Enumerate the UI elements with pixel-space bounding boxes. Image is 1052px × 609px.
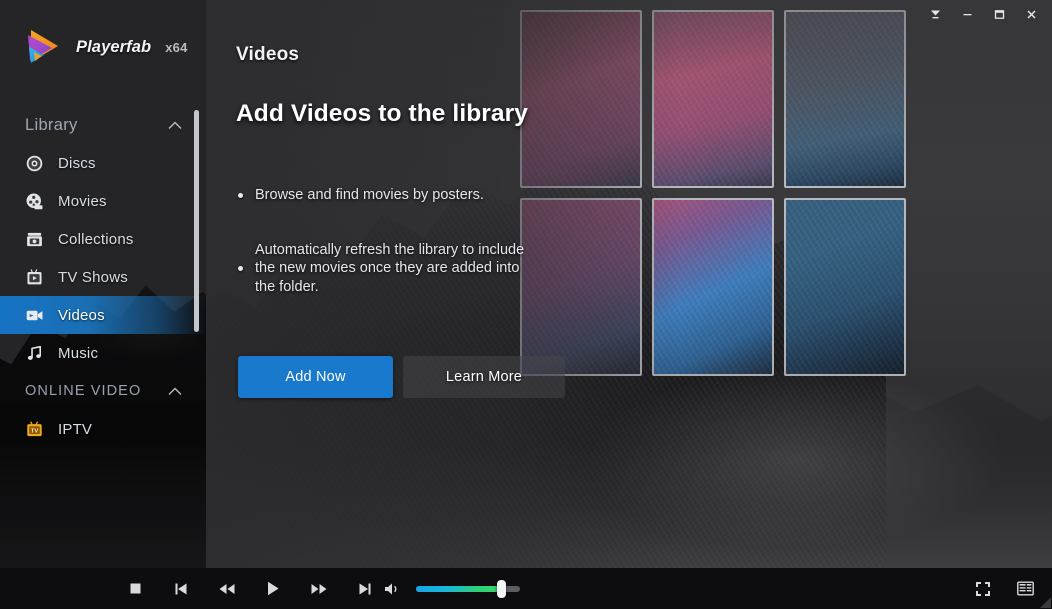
playerfab-play-logo-icon bbox=[22, 26, 66, 68]
playlist-button[interactable] bbox=[1012, 568, 1038, 609]
play-button[interactable] bbox=[250, 568, 296, 609]
app-logo: Playerfab x64 bbox=[22, 26, 188, 68]
collections-icon bbox=[25, 230, 44, 249]
player-control-bar bbox=[0, 568, 1052, 609]
resize-grip[interactable] bbox=[1040, 597, 1051, 608]
feature-bullet-2: Automatically refresh the library to inc… bbox=[255, 241, 535, 297]
hero-heading: Add Videos to the library bbox=[236, 100, 528, 128]
sidebar-item-collections-label: Collections bbox=[58, 231, 134, 248]
chevron-up-icon bbox=[168, 387, 182, 396]
minimize-icon[interactable] bbox=[952, 3, 982, 25]
svg-text:TV: TV bbox=[31, 428, 39, 434]
sidebar-item-iptv-label: IPTV bbox=[58, 421, 92, 438]
fast-forward-button[interactable] bbox=[296, 568, 342, 609]
film-reel-icon bbox=[25, 192, 44, 211]
feature-bullet-1: Browse and find movies by posters. bbox=[255, 186, 484, 205]
sidebar-item-discs-label: Discs bbox=[58, 155, 96, 172]
control-bar-right bbox=[970, 568, 1038, 609]
chevron-up-icon bbox=[168, 121, 182, 130]
video-camera-icon bbox=[25, 306, 44, 325]
maximize-icon[interactable] bbox=[984, 3, 1014, 25]
volume-slider-fill bbox=[416, 586, 501, 592]
rewind-button[interactable] bbox=[204, 568, 250, 609]
sidebar-item-tv-shows[interactable]: TV Shows bbox=[0, 258, 206, 296]
tv-show-icon bbox=[25, 268, 44, 287]
volume-slider-handle[interactable] bbox=[497, 580, 506, 598]
app-name: Playerfab bbox=[76, 38, 151, 57]
list-item: Browse and find movies by posters. bbox=[238, 186, 638, 205]
page-title: Videos bbox=[236, 44, 299, 66]
sidebar-item-music-label: Music bbox=[58, 345, 98, 362]
music-note-icon bbox=[25, 344, 44, 363]
sidebar-group-online-video[interactable]: ONLINE VIDEO bbox=[0, 372, 206, 410]
sidebar-item-videos-label: Videos bbox=[58, 307, 105, 324]
iptv-icon: TV bbox=[25, 420, 44, 439]
sidebar-scrollbar[interactable] bbox=[194, 110, 199, 332]
disc-icon bbox=[25, 154, 44, 173]
bullet-dot-icon bbox=[238, 193, 243, 198]
sidebar-item-tv-shows-label: TV Shows bbox=[58, 269, 128, 286]
hero-actions: Add Now Learn More bbox=[238, 356, 565, 398]
sidebar-group-library-label: Library bbox=[25, 116, 78, 135]
volume-control bbox=[380, 568, 520, 609]
downloads-icon[interactable] bbox=[920, 3, 950, 25]
sidebar-item-discs[interactable]: Discs bbox=[0, 144, 206, 182]
sidebar-item-music[interactable]: Music bbox=[0, 334, 206, 372]
sidebar-group-library[interactable]: Library bbox=[0, 106, 206, 144]
previous-button[interactable] bbox=[158, 568, 204, 609]
sidebar-nav: Library Discs bbox=[0, 106, 206, 448]
sidebar-item-movies-label: Movies bbox=[58, 193, 107, 210]
fullscreen-button[interactable] bbox=[970, 568, 996, 609]
feature-bullet-list: Browse and find movies by posters. Autom… bbox=[238, 186, 638, 330]
learn-more-button[interactable]: Learn More bbox=[403, 356, 565, 398]
sidebar: Playerfab x64 Library Discs bbox=[0, 0, 206, 609]
stop-button[interactable] bbox=[112, 568, 158, 609]
window-titlebar bbox=[206, 0, 1052, 28]
bullet-dot-icon bbox=[238, 266, 243, 271]
transport-controls bbox=[112, 568, 388, 609]
close-icon[interactable] bbox=[1016, 3, 1046, 25]
playerfab-window: Playerfab x64 Library Discs bbox=[0, 0, 1052, 609]
app-architecture: x64 bbox=[165, 40, 187, 55]
sidebar-item-movies[interactable]: Movies bbox=[0, 182, 206, 220]
sidebar-item-videos[interactable]: Videos bbox=[0, 296, 206, 334]
sidebar-item-iptv[interactable]: TV IPTV bbox=[0, 410, 206, 448]
main-content: Videos Add Videos to the library Browse … bbox=[206, 0, 1052, 609]
sidebar-group-online-video-label: ONLINE VIDEO bbox=[25, 383, 141, 399]
sidebar-item-collections[interactable]: Collections bbox=[0, 220, 206, 258]
volume-slider[interactable] bbox=[416, 586, 520, 592]
volume-icon[interactable] bbox=[380, 568, 404, 609]
add-now-button[interactable]: Add Now bbox=[238, 356, 393, 398]
list-item: Automatically refresh the library to inc… bbox=[238, 241, 638, 297]
